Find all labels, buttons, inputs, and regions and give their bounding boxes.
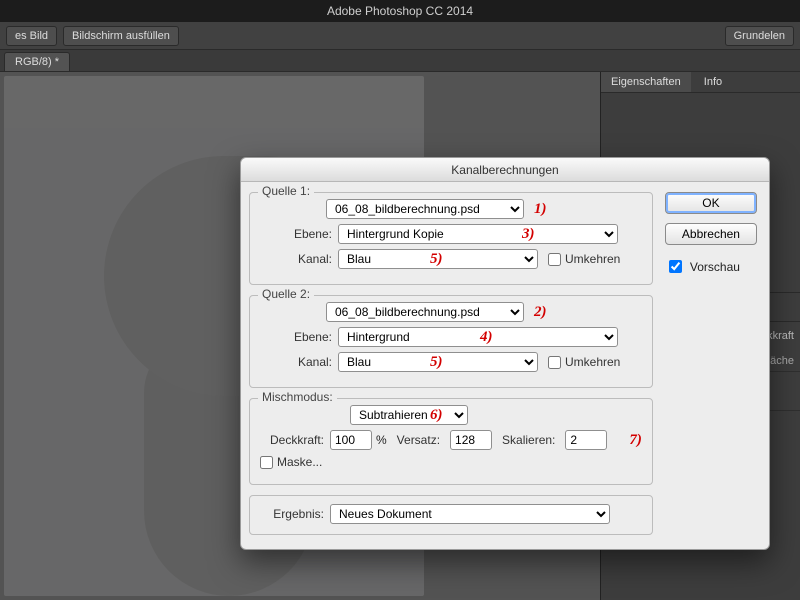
ok-button[interactable]: OK: [665, 192, 757, 214]
annotation-4: 4): [480, 329, 493, 346]
source2-legend: Quelle 2:: [258, 287, 314, 301]
annotation-6: 6): [430, 407, 443, 424]
fill-screen-button[interactable]: Bildschirm ausfüllen: [63, 26, 179, 46]
source1-layer-select[interactable]: Hintergrund Kopie: [338, 224, 618, 244]
document-tab-row: RGB/8) *: [0, 50, 800, 72]
tab-properties[interactable]: Eigenschaften: [601, 72, 691, 92]
blend-legend: Mischmodus:: [258, 390, 337, 404]
result-label: Ergebnis:: [260, 507, 330, 521]
app-titlebar: Adobe Photoshop CC 2014: [0, 0, 800, 22]
lightning-icon: ⚡: [154, 206, 204, 253]
scale-input[interactable]: [565, 430, 607, 450]
dialog-side: OK Abbrechen Vorschau: [661, 182, 769, 549]
source2-group: Quelle 2: 06_08_bildberechnung.psd 2) Eb…: [249, 295, 653, 388]
preview-label: Vorschau: [690, 260, 740, 274]
source1-file-select[interactable]: 06_08_bildberechnung.psd: [326, 199, 524, 219]
mask-checkbox-row[interactable]: Maske...: [260, 455, 328, 469]
annotation-5a: 5): [430, 251, 443, 268]
annotation-1: 1): [534, 201, 547, 218]
source1-group: Quelle 1: 06_08_bildberechnung.psd 1) Eb…: [249, 192, 653, 285]
source2-layer-select[interactable]: Hintergrund: [338, 327, 618, 347]
preview-checkbox[interactable]: [669, 260, 682, 273]
source2-file-select[interactable]: 06_08_bildberechnung.psd: [326, 302, 524, 322]
source1-invert-label: Umkehren: [565, 252, 620, 266]
annotation-3: 3): [522, 226, 535, 243]
source1-invert[interactable]: Umkehren: [548, 252, 626, 266]
source2-invert[interactable]: Umkehren: [548, 355, 626, 369]
blend-group: Mischmodus: Subtrahieren 6) Deckkraft: %…: [249, 398, 653, 485]
tab-info[interactable]: Info: [694, 72, 732, 92]
source2-invert-checkbox[interactable]: [548, 356, 561, 369]
offset-input[interactable]: [450, 430, 492, 450]
opacity-label-dialog: Deckkraft:: [260, 433, 330, 447]
result-select[interactable]: Neues Dokument: [330, 504, 610, 524]
preview-row[interactable]: Vorschau: [665, 257, 757, 276]
options-bar: es Bild Bildschirm ausfüllen Grundelen: [0, 22, 800, 50]
workspace-essentials-button[interactable]: Grundelen: [725, 26, 794, 46]
source2-layer-label: Ebene:: [260, 330, 338, 344]
source1-channel-label: Kanal:: [260, 252, 338, 266]
annotation-2: 2): [534, 304, 547, 321]
mask-label: Maske...: [277, 455, 322, 469]
document-tab[interactable]: RGB/8) *: [4, 52, 70, 71]
result-group: Ergebnis: Neues Dokument: [249, 495, 653, 535]
source2-channel-label: Kanal:: [260, 355, 338, 369]
fit-image-button[interactable]: es Bild: [6, 26, 57, 46]
mask-checkbox[interactable]: [260, 456, 273, 469]
dialog-title: Kanalberechnungen: [241, 158, 769, 182]
source1-invert-checkbox[interactable]: [548, 253, 561, 266]
annotation-7: 7): [629, 432, 642, 449]
calculations-dialog: Kanalberechnungen Quelle 1: 06_08_bildbe…: [240, 157, 770, 550]
source1-legend: Quelle 1:: [258, 184, 314, 198]
cancel-button[interactable]: Abbrechen: [665, 223, 757, 245]
source1-layer-label: Ebene:: [260, 227, 338, 241]
source2-invert-label: Umkehren: [565, 355, 620, 369]
scale-label: Skalieren:: [502, 433, 561, 447]
percent-sign: %: [376, 433, 387, 447]
annotation-5b: 5): [430, 354, 443, 371]
blend-mode-select-dialog[interactable]: Subtrahieren: [350, 405, 468, 425]
offset-label: Versatz:: [397, 433, 446, 447]
opacity-input[interactable]: [330, 430, 372, 450]
